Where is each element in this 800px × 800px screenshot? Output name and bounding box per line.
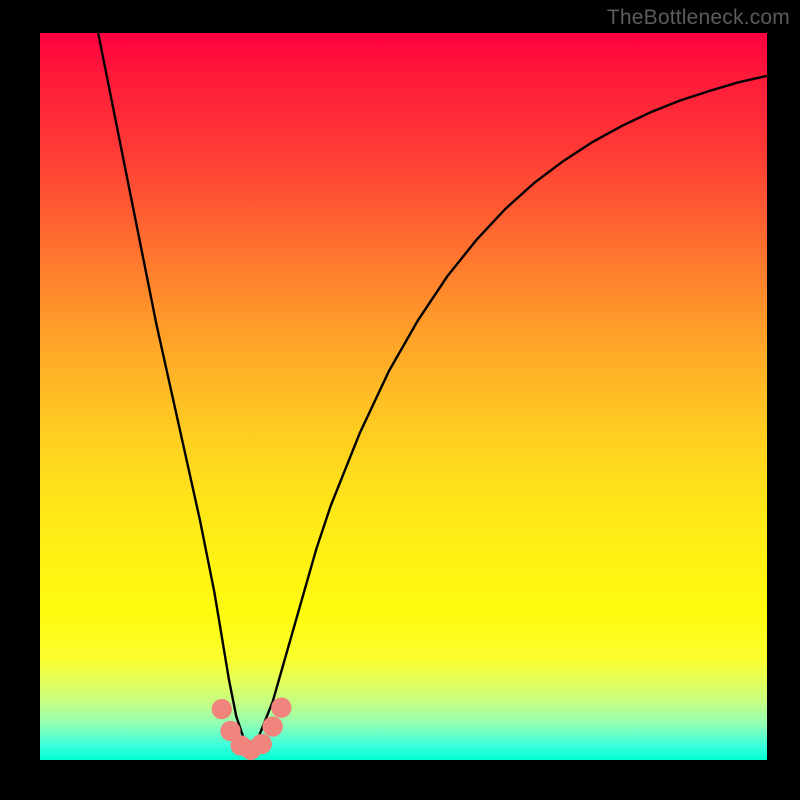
plot-area <box>40 33 767 760</box>
chart-frame: TheBottleneck.com <box>0 0 800 800</box>
gradient-background <box>40 33 767 760</box>
watermark-text: TheBottleneck.com <box>607 6 790 30</box>
